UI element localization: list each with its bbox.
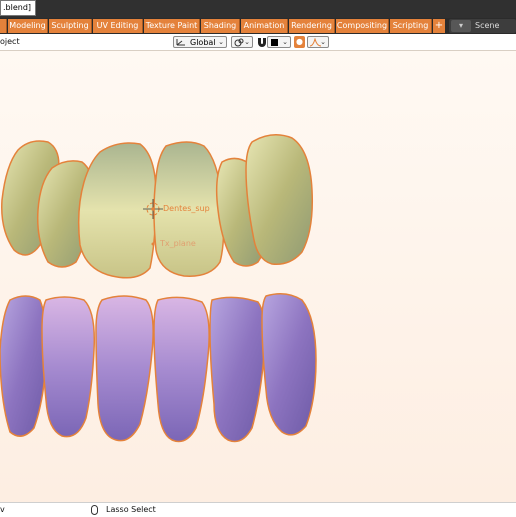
tab-uv-editing[interactable]: UV Editing [93, 19, 143, 33]
lower-tooth [209, 296, 266, 443]
tab-modeling[interactable]: Modeling [8, 19, 48, 33]
snap-element-dropdown[interactable]: ⌄ [267, 36, 291, 48]
title-bar: .blend] [0, 0, 516, 18]
scene-selector[interactable]: ▾ Scene [449, 19, 516, 33]
lower-tooth [41, 296, 96, 438]
tab-texture-paint[interactable]: Texture Paint [144, 19, 200, 33]
lower-teeth-mesh[interactable] [0, 293, 317, 443]
scene-label: Scene [475, 21, 500, 30]
upper-tooth [245, 134, 314, 265]
status-bar: v Lasso Select [0, 502, 516, 517]
tab-animation[interactable]: Animation [241, 19, 288, 33]
pivot-icon [234, 38, 244, 47]
chevron-down-icon: ⌄ [218, 38, 224, 46]
chevron-down-icon: ⌄ [282, 38, 288, 46]
viewport-header: oject Global ⌄ ⌄ ⌄ ● ⌄ [0, 34, 516, 51]
scene-icon: ▾ [451, 20, 471, 32]
snap-increment-icon [271, 39, 278, 46]
viewport-canvas[interactable]: Dentes_sup Tx_plane [0, 51, 516, 502]
window-title: .blend] [0, 0, 37, 16]
pivot-point-dropdown[interactable]: ⌄ [231, 36, 253, 48]
object-origin-dot[interactable] [151, 207, 155, 211]
tab-layout-partial[interactable] [0, 19, 7, 33]
transform-orientation-dropdown[interactable]: Global ⌄ [173, 36, 227, 48]
lower-tooth [261, 293, 317, 436]
orientation-label: Global [190, 38, 216, 47]
chevron-down-icon: ⌄ [320, 38, 326, 46]
upper-tooth [77, 142, 157, 279]
tab-rendering[interactable]: Rendering [289, 19, 335, 33]
orientation-icon [176, 39, 185, 46]
proportional-edit-icon[interactable]: ● [294, 36, 305, 48]
object-mode-label[interactable]: oject [0, 34, 20, 50]
workspace-tabs: Modeling Sculpting UV Editing Texture Pa… [0, 18, 516, 34]
tab-compositing[interactable]: Compositing [336, 19, 389, 33]
tab-scripting[interactable]: Scripting [390, 19, 432, 33]
upper-teeth-mesh[interactable] [1, 134, 314, 279]
falloff-dropdown[interactable]: ⌄ [307, 36, 329, 48]
lower-tooth [95, 295, 154, 442]
status-hint: Lasso Select [106, 505, 156, 514]
object-origin-dot[interactable] [151, 242, 155, 246]
lower-tooth [153, 296, 210, 443]
object-label-selected: Dentes_sup [163, 204, 210, 213]
lower-tooth [0, 295, 48, 437]
mouse-icon [91, 505, 98, 515]
object-label: Tx_plane [159, 239, 196, 248]
add-workspace-button[interactable]: + [433, 19, 445, 33]
tab-shading[interactable]: Shading [201, 19, 240, 33]
status-left-text: v [0, 505, 5, 514]
chevron-down-icon: ⌄ [244, 38, 250, 46]
3d-viewport[interactable]: Dentes_sup Tx_plane [0, 51, 516, 502]
tab-sculpting[interactable]: Sculpting [49, 19, 92, 33]
